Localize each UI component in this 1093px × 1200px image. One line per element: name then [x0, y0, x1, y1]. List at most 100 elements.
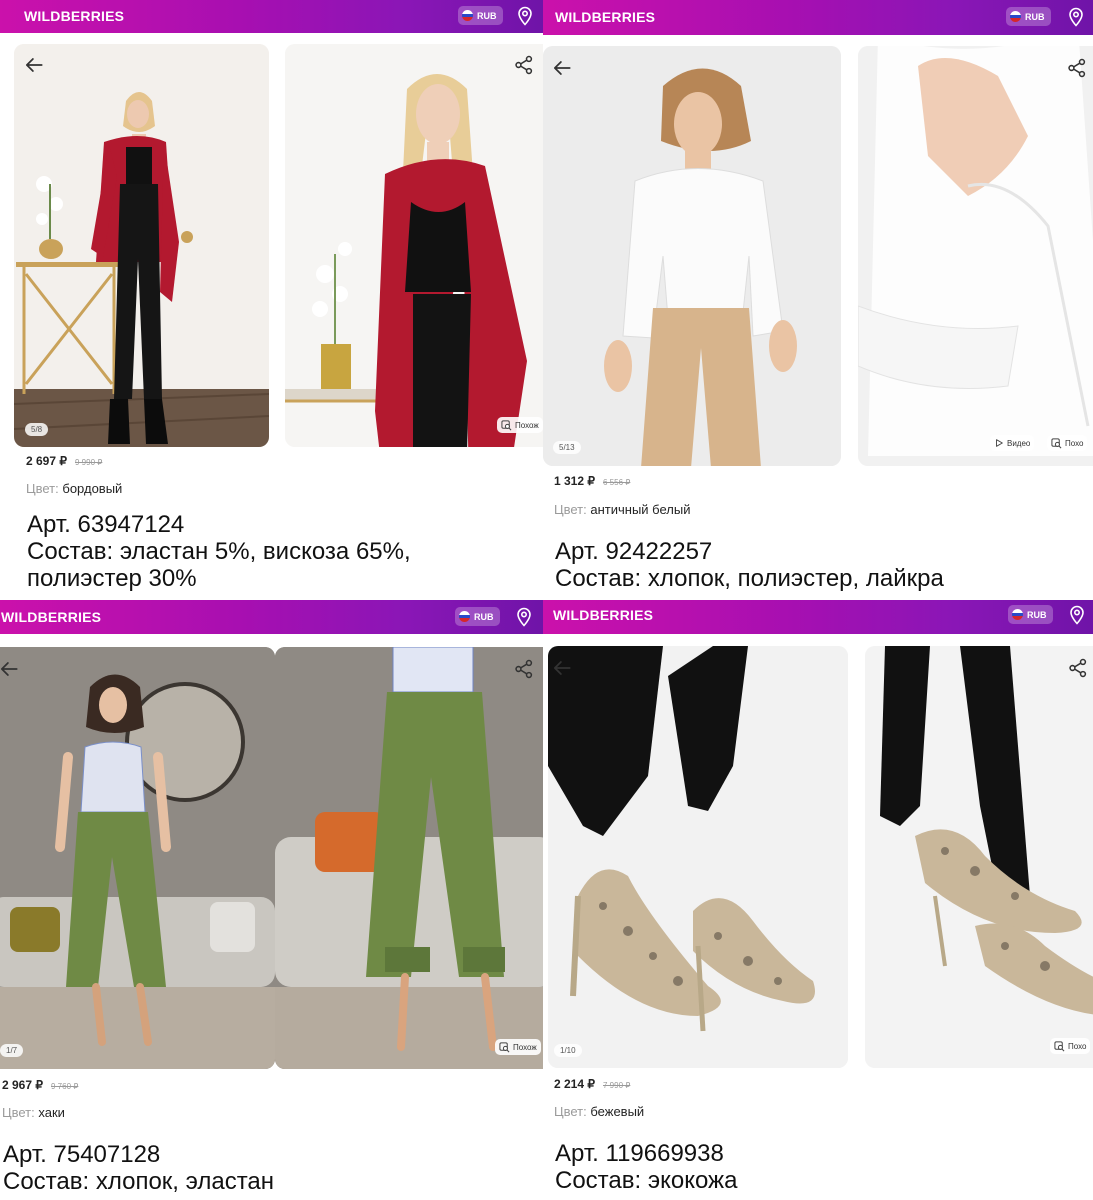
russia-flag-icon — [459, 611, 470, 622]
photo-counter: 5/13 — [553, 441, 581, 454]
location-pin-icon[interactable] — [516, 607, 532, 627]
currency-label: RUB — [1025, 11, 1045, 22]
old-price: 6 556 ₽ — [603, 478, 631, 487]
blazer-closeup-photo — [285, 44, 543, 447]
product-photo-main[interactable]: 5/8 — [14, 44, 269, 447]
composition-line-2: полиэстер 30% — [27, 565, 197, 592]
composition-line-1: Состав: хлопок, эластан — [3, 1168, 275, 1195]
color-value: бордовый — [62, 481, 123, 496]
similar-label: Похо — [1065, 438, 1084, 448]
color-label: Цвет: — [2, 1105, 35, 1120]
back-arrow-icon[interactable] — [23, 54, 45, 76]
color-info: Цвет: бордовый — [26, 481, 122, 496]
product-photo-main[interactable]: 1/10 — [548, 646, 848, 1068]
current-price: 2 967 ₽ — [2, 1078, 43, 1092]
currency-label: RUB — [1027, 609, 1047, 620]
current-price: 2 214 ₽ — [554, 1077, 595, 1091]
article-caption: Арт. 119669938 Состав: экокожа — [555, 1140, 737, 1194]
color-label: Цвет: — [554, 1104, 587, 1119]
currency-selector[interactable]: RUB — [458, 6, 503, 25]
share-icon[interactable] — [513, 54, 535, 76]
photo-counter: 1/10 — [554, 1044, 582, 1057]
product-card-trousers: WILDBERRIES RUB 1/7 Похож 2 967 ₽ 9 760 … — [0, 600, 543, 1200]
location-pin-icon[interactable] — [517, 6, 533, 26]
video-button[interactable]: Видео — [990, 435, 1035, 451]
currency-label: RUB — [477, 10, 497, 21]
product-photo-main[interactable]: 1/7 — [0, 647, 275, 1069]
product-card-blouse: WILDBERRIES RUB 5/13 Видео Похо 1 312 ₽ … — [543, 0, 1093, 600]
product-photo-main[interactable]: 5/13 — [543, 46, 841, 466]
old-price: 7 990 ₽ — [603, 1081, 631, 1090]
video-label: Видео — [1007, 438, 1031, 448]
back-arrow-icon[interactable] — [551, 657, 573, 679]
article-number: Арт. 119669938 — [555, 1140, 724, 1167]
currency-selector[interactable]: RUB — [1008, 605, 1053, 624]
price-block: 2 697 ₽ 9 990 ₽ — [26, 454, 102, 468]
share-icon[interactable] — [1066, 57, 1088, 79]
wildberries-logo[interactable]: WILDBERRIES — [553, 600, 653, 630]
currency-selector[interactable]: RUB — [455, 607, 500, 626]
composition-line-1: Состав: хлопок, полиэстер, лайкра — [555, 565, 944, 592]
blouse-model-photo — [543, 46, 841, 466]
similar-search-icon — [1054, 1041, 1065, 1052]
photo-counter: 5/8 — [25, 423, 49, 436]
color-value: бежевый — [590, 1104, 645, 1119]
color-info: Цвет: хаки — [2, 1105, 65, 1120]
share-icon[interactable] — [1067, 657, 1089, 679]
article-caption: Арт. 92422257 Состав: хлопок, полиэстер,… — [555, 538, 944, 592]
russia-flag-icon — [462, 10, 473, 21]
article-caption: Арт. 63947124 Состав: эластан 5%, вискоз… — [27, 511, 411, 592]
color-value: хаки — [38, 1105, 65, 1120]
product-photo-secondary[interactable]: Похож — [275, 647, 543, 1069]
back-arrow-icon[interactable] — [0, 658, 20, 680]
shoes-model-photo — [548, 646, 848, 1068]
article-number: Арт. 75407128 — [3, 1141, 161, 1168]
product-card-blazer: WILDBERRIES RUB 5/8 Похож 2 697 ₽ 9 990 … — [0, 0, 543, 600]
similar-label: Похож — [513, 1042, 537, 1052]
color-value: античный белый — [590, 502, 691, 517]
currency-selector[interactable]: RUB — [1006, 7, 1051, 26]
similar-button[interactable]: Похож — [497, 417, 543, 433]
shoes-closeup-photo — [865, 646, 1093, 1068]
header-bar: WILDBERRIES RUB — [0, 0, 543, 33]
share-icon[interactable] — [513, 658, 535, 680]
similar-button[interactable]: Похо — [1047, 435, 1088, 451]
header-bar: WILDBERRIES RUB — [543, 0, 1093, 35]
header-bar: WILDBERRIES RUB — [543, 600, 1093, 634]
similar-button[interactable]: Похо — [1050, 1038, 1091, 1054]
color-info: Цвет: бежевый — [554, 1104, 644, 1119]
back-arrow-icon[interactable] — [551, 57, 573, 79]
similar-search-icon — [499, 1042, 510, 1053]
location-pin-icon[interactable] — [1068, 7, 1084, 27]
header-bar: WILDBERRIES RUB — [0, 600, 543, 634]
composition-line-1: Состав: эластан 5%, вискоза 65%, — [27, 538, 411, 565]
current-price: 1 312 ₽ — [554, 474, 595, 488]
blouse-closeup-photo — [858, 46, 1093, 466]
old-price: 9 760 ₽ — [51, 1082, 79, 1091]
similar-label: Похо — [1068, 1041, 1087, 1051]
wildberries-logo[interactable]: WILDBERRIES — [24, 0, 124, 33]
russia-flag-icon — [1012, 609, 1023, 620]
price-block: 2 214 ₽ 7 990 ₽ — [554, 1077, 630, 1091]
color-info: Цвет: античный белый — [554, 502, 690, 517]
similar-button[interactable]: Похож — [495, 1039, 541, 1055]
composition-line-1: Состав: экокожа — [555, 1167, 738, 1194]
color-label: Цвет: — [554, 502, 587, 517]
wildberries-logo[interactable]: WILDBERRIES — [1, 600, 101, 634]
location-pin-icon[interactable] — [1069, 605, 1085, 625]
product-photo-secondary[interactable]: Похож — [285, 44, 543, 447]
trousers-model-photo — [0, 647, 275, 1069]
product-photo-secondary[interactable]: Похо — [865, 646, 1093, 1068]
product-card-shoes: WILDBERRIES RUB 1/10 Похо 2 214 ₽ 7 990 … — [543, 600, 1093, 1200]
article-caption: Арт. 75407128 Состав: хлопок, эластан — [3, 1141, 274, 1195]
color-label: Цвет: — [26, 481, 59, 496]
article-number: Арт. 63947124 — [27, 511, 185, 538]
similar-label: Похож — [515, 420, 539, 430]
product-photo-secondary[interactable]: Видео Похо — [858, 46, 1093, 466]
price-block: 2 967 ₽ 9 760 ₽ — [2, 1078, 78, 1092]
article-number: Арт. 92422257 — [555, 538, 713, 565]
photo-counter: 1/7 — [0, 1044, 24, 1057]
old-price: 9 990 ₽ — [75, 458, 103, 467]
similar-search-icon — [501, 420, 512, 431]
wildberries-logo[interactable]: WILDBERRIES — [555, 0, 655, 35]
